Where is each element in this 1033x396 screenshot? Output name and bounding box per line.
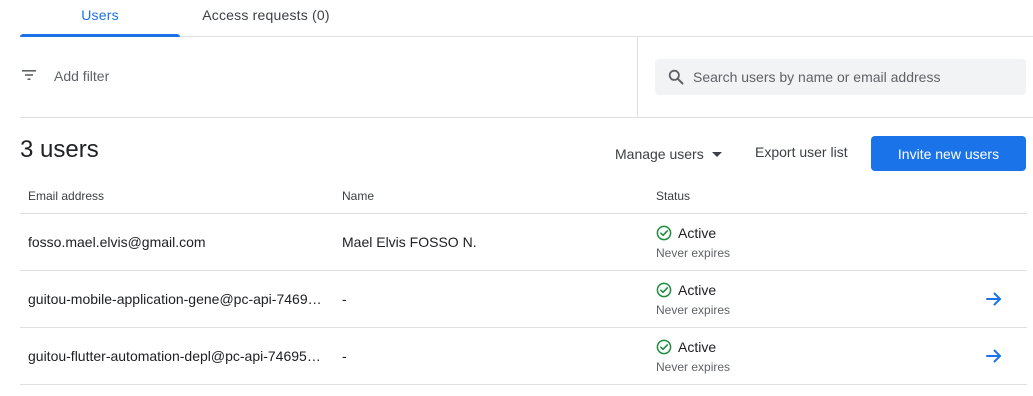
name-cell: Mael Elvis FOSSO N. [342,234,477,250]
tab-users-label: Users [81,7,119,23]
expiry-text: Never expires [656,360,731,374]
name-cell: - [342,291,347,307]
arrow-forward-icon[interactable] [985,291,1003,307]
name-cell: - [342,348,347,364]
column-header-email[interactable]: Email address [28,189,104,203]
tab-users[interactable]: Users [20,0,180,37]
check-circle-icon [656,225,672,241]
add-filter-area[interactable]: Add filter [20,37,638,117]
invite-new-users-button[interactable]: Invite new users [871,136,1026,171]
email-cell: guitou-flutter-automation-depl@pc-api-74… [28,348,321,364]
status-text: Active [678,282,717,298]
search-input[interactable] [693,59,1013,95]
arrow-forward-icon[interactable] [985,348,1003,364]
filter-list-icon [22,70,36,80]
expiry-text: Never expires [656,246,731,260]
export-user-list-button[interactable]: Export user list [755,144,848,160]
table-row[interactable]: guitou-mobile-application-gene@pc-api-74… [20,271,1027,328]
table-header: Email address Name Status [20,180,1027,214]
filter-bar: Add filter [20,37,1033,118]
status-cell: Active Never expires [656,223,730,260]
manage-users-button[interactable]: Manage users [615,144,722,164]
email-cell: fosso.mael.elvis@gmail.com [28,234,206,250]
chevron-down-icon [711,152,722,157]
tab-access-requests-label: Access requests (0) [202,7,330,23]
tab-access-requests[interactable]: Access requests (0) [180,0,352,36]
status-cell: Active Never expires [656,280,730,317]
status-text: Active [678,339,717,355]
users-table: Email address Name Status fosso.mael.elv… [20,180,1027,385]
check-circle-icon [656,339,672,355]
search-box[interactable] [655,59,1026,95]
table-row[interactable]: fosso.mael.elvis@gmail.com Mael Elvis FO… [20,214,1027,271]
tab-bar: Users Access requests (0) [20,0,1033,37]
column-header-status[interactable]: Status [656,189,690,203]
search-icon [668,69,684,85]
expiry-text: Never expires [656,303,731,317]
status-cell: Active Never expires [656,337,730,374]
manage-users-label: Manage users [615,146,704,162]
user-count-heading: 3 users [20,136,99,163]
status-text: Active [678,225,717,241]
add-filter-label[interactable]: Add filter [54,68,109,84]
table-row[interactable]: guitou-flutter-automation-depl@pc-api-74… [20,328,1027,385]
check-circle-icon [656,282,672,298]
column-header-name[interactable]: Name [342,189,374,203]
email-cell: guitou-mobile-application-gene@pc-api-74… [28,291,322,307]
